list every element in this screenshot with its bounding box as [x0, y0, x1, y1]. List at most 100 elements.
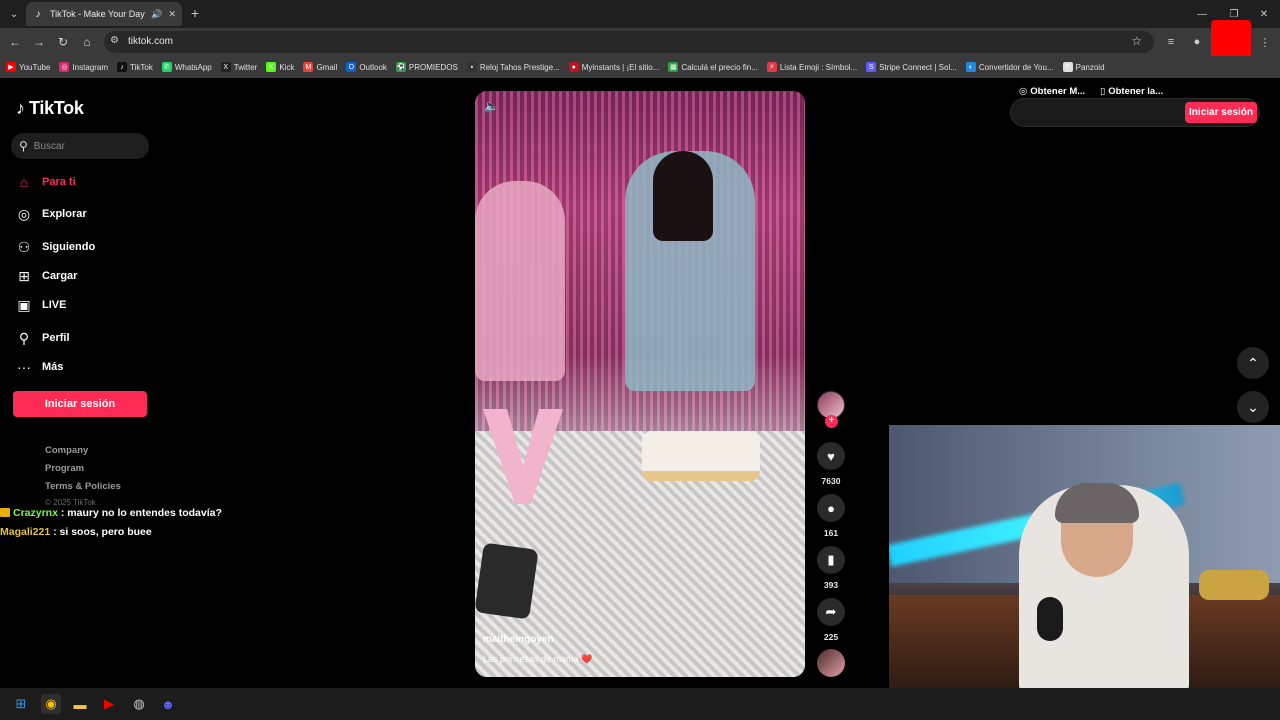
discord-app-icon[interactable]: ☻	[158, 694, 178, 714]
live-icon: ▣	[17, 296, 31, 313]
save-count: 393	[823, 580, 839, 590]
bookmark-item[interactable]: ◎ Instagram	[59, 62, 108, 72]
next-video-button[interactable]: ⌄	[1237, 391, 1269, 423]
sidebar-item-explorar[interactable]: ◎ Explorar	[16, 204, 87, 224]
get-desktop-link[interactable]: ▯ Obtener la...	[1100, 86, 1163, 97]
bookmark-label: Twitter	[233, 62, 258, 72]
bookmark-favicon-icon: ▪	[466, 62, 477, 72]
sidebar-item-live[interactable]: ▣ LIVE	[16, 295, 66, 315]
speaker-icon[interactable]: 🔊	[151, 9, 162, 20]
bookmarks-bar: ▶ YouTube ◎ Instagram ♪ TikTok ✆ WhatsApp X Twitt…	[0, 56, 1280, 78]
footer-link-company[interactable]: Company	[45, 445, 88, 456]
chrome-taskbar-icon[interactable]: ◉	[41, 694, 61, 714]
youtube-app-icon[interactable]: ▶	[99, 694, 119, 714]
music-disc-icon[interactable]	[817, 649, 845, 677]
following-icon: ⚇	[17, 238, 31, 255]
webcam-hair	[1055, 483, 1139, 523]
like-button[interactable]: ♥	[817, 442, 845, 470]
windows-start-icon[interactable]: ⊞	[11, 694, 31, 714]
chevron-down-icon: ⌄	[1247, 398, 1259, 415]
bookmark-item[interactable]: ♪ TikTok	[117, 62, 153, 72]
bookmark-item[interactable]: ⚡ Lista Emoji : Símbol...	[766, 62, 857, 72]
back-icon[interactable]: ←	[6, 33, 24, 51]
forward-icon[interactable]: →	[30, 33, 48, 51]
close-window-icon[interactable]: ✕	[1248, 0, 1280, 28]
search-box[interactable]: ⚲	[11, 133, 149, 159]
bookmark-item[interactable]: ◐ Convertidor de You...	[965, 62, 1054, 72]
new-tab-button[interactable]: +	[188, 4, 202, 22]
microphone-icon	[1037, 597, 1063, 641]
share-button[interactable]: ➦	[817, 598, 845, 626]
windows-taskbar: ⊞ ◉ ▬ ▶ ◍ ☻	[0, 688, 1280, 720]
previous-video-button[interactable]: ⌃	[1237, 347, 1269, 379]
bookmark-label: Panzoid	[1075, 62, 1105, 72]
sidebar-item-para-ti[interactable]: ⌂ Para ti	[16, 172, 76, 192]
bookmark-item[interactable]: ⚽ PROMIEDOS	[395, 62, 458, 72]
bookmark-star-icon[interactable]: ☆	[1131, 34, 1142, 48]
tiktok-note-icon: ♪	[16, 98, 25, 118]
bookmark-favicon-icon: ✆	[161, 62, 172, 72]
footer-link-program[interactable]: Program	[45, 463, 84, 474]
bookmark-favicon-icon: P	[1062, 62, 1073, 72]
bookmark-label: Convertidor de You...	[978, 62, 1054, 72]
bookmark-icon: ▮	[827, 552, 835, 567]
close-tab-icon[interactable]: ✕	[168, 9, 176, 20]
sidebar-item-más[interactable]: ··· Más	[16, 357, 63, 377]
chevron-up-icon: ⌃	[1247, 354, 1259, 371]
bookmark-item[interactable]: ▦ Calculá el precio fin...	[668, 62, 758, 72]
search-input[interactable]	[33, 140, 134, 152]
site-info-icon[interactable]: ⚙	[110, 35, 119, 46]
bookmark-favicon-icon: ◐	[965, 62, 976, 72]
footer-link-terms[interactable]: Terms & Policies	[45, 481, 121, 492]
save-button[interactable]: ▮	[817, 546, 845, 574]
bookmark-label: Outlook	[359, 62, 387, 72]
tab-search-button[interactable]: ⌄	[5, 5, 23, 23]
tiktok-logo[interactable]: ♪ TikTok	[16, 98, 84, 119]
get-desktop-label: Obtener la...	[1108, 86, 1164, 97]
bookmark-item[interactable]: ▪ Reloj Tahos Prestige...	[466, 62, 560, 72]
file-explorer-icon[interactable]: ▬	[70, 694, 90, 714]
incognito-icon[interactable]: ●	[1188, 33, 1206, 51]
bookmark-item[interactable]: P Panzoid	[1062, 62, 1105, 72]
menu-kebab-icon[interactable]: ⋮	[1256, 33, 1274, 51]
media-controls-icon[interactable]: ≡	[1162, 33, 1180, 51]
sidebar-item-cargar[interactable]: ⊞ Cargar	[16, 266, 77, 286]
sidebar-item-label: LIVE	[42, 299, 67, 311]
bookmark-favicon-icon: ▦	[668, 62, 679, 72]
obs-app-icon[interactable]: ◍	[129, 694, 149, 714]
bookmark-label: Myinstants | ¡El sitio...	[581, 62, 660, 72]
comment-count: 161	[823, 528, 839, 538]
bookmark-item[interactable]: M Gmail	[303, 62, 337, 72]
tiktok-logo-text: TikTok	[29, 98, 84, 118]
bookmark-favicon-icon: ♪	[117, 62, 128, 72]
bookmark-item[interactable]: O Outlook	[346, 62, 387, 72]
volume-icon[interactable]: 🔈	[484, 99, 499, 113]
sidebar-item-perfil[interactable]: ⚲ Perfil	[16, 328, 70, 348]
get-app-link[interactable]: ◎ Obtener M...	[1019, 86, 1085, 97]
sidebar-item-siguiendo[interactable]: ⚇ Siguiendo	[16, 237, 95, 257]
bookmark-item[interactable]: ▶ YouTube	[6, 62, 50, 72]
bookmark-favicon-icon: ⚽	[395, 62, 406, 72]
reload-icon[interactable]: ↻	[54, 33, 72, 51]
header-login-button[interactable]: Iniciar sesión	[1185, 102, 1257, 123]
follow-plus-icon[interactable]: +	[825, 415, 838, 428]
bookmark-favicon-icon: K	[266, 62, 277, 72]
url-omnibox[interactable]: ⚙ tiktok.com ☆	[104, 31, 1154, 53]
bookmark-label: Instagram	[72, 62, 109, 72]
profile-avatar-block[interactable]	[1211, 20, 1251, 60]
browser-tab-tiktok[interactable]: ♪ TikTok - Make Your Day 🔊 ✕	[26, 2, 182, 26]
bookmark-item[interactable]: X Twitter	[220, 62, 258, 72]
video-caption: Las princesas de mamá ❤️	[483, 654, 593, 664]
copyright-text: © 2025 TikTok	[45, 498, 96, 507]
bookmark-label: TikTok	[130, 62, 153, 72]
video-player[interactable]: 🔈 maitheingoyen Las princesas de mamá ❤️	[475, 91, 805, 677]
video-author[interactable]: maitheingoyen	[483, 634, 554, 645]
comment-button[interactable]: ●	[817, 494, 845, 522]
home-browser-icon[interactable]: ⌂	[78, 33, 96, 51]
browser-tab-bar: ⌄ ♪ TikTok - Make Your Day 🔊 ✕ + — ❐ ✕	[0, 0, 1280, 28]
bookmark-item[interactable]: ● Myinstants | ¡El sitio...	[568, 62, 660, 72]
bookmark-item[interactable]: K Kick	[266, 62, 294, 72]
bookmark-item[interactable]: S Stripe Connect | Sol...	[866, 62, 957, 72]
bookmark-item[interactable]: ✆ WhatsApp	[161, 62, 212, 72]
sidebar-login-button[interactable]: Iniciar sesión	[13, 391, 147, 417]
